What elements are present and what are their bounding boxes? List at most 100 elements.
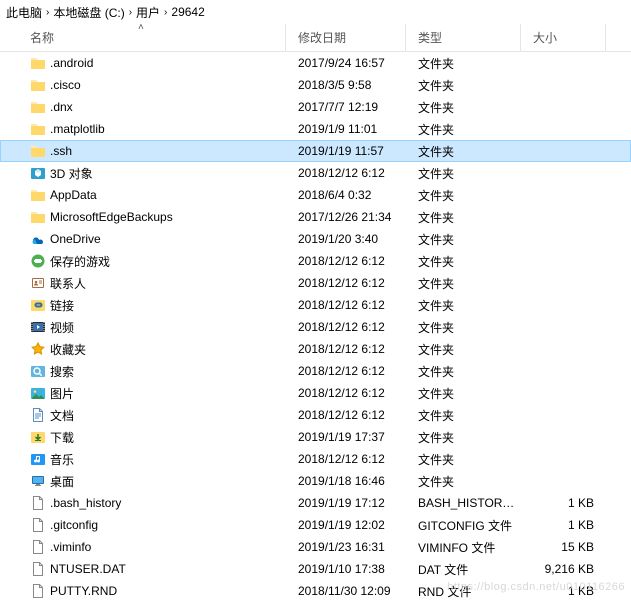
file-icon bbox=[30, 495, 46, 511]
cell-name: 搜索 bbox=[18, 363, 286, 380]
folder-icon bbox=[30, 77, 46, 93]
file-row[interactable]: 文档 2018/12/12 6:12文件夹 bbox=[0, 404, 631, 426]
file-name-label: PUTTY.RND bbox=[50, 584, 117, 598]
cell-name: 图片 bbox=[18, 385, 286, 402]
file-name-label: 图片 bbox=[50, 385, 74, 402]
file-row[interactable]: 音乐2018/12/12 6:12文件夹 bbox=[0, 448, 631, 470]
file-name-label: .ssh bbox=[50, 144, 72, 158]
cell-date: 2019/1/19 17:12 bbox=[286, 496, 406, 510]
file-row[interactable]: 3D 对象2018/12/12 6:12文件夹 bbox=[0, 162, 631, 184]
cell-date: 2018/12/12 6:12 bbox=[286, 452, 406, 466]
cell-date: 2018/12/12 6:12 bbox=[286, 408, 406, 422]
cell-type: 文件夹 bbox=[406, 187, 521, 204]
file-row[interactable]: .viminfo2019/1/23 16:31VIMINFO 文件15 KB bbox=[0, 536, 631, 558]
breadcrumb-item[interactable]: 本地磁盘 (C:) bbox=[53, 4, 124, 21]
cell-date: 2019/1/19 17:37 bbox=[286, 430, 406, 444]
file-row[interactable]: 收藏夹2018/12/12 6:12文件夹 bbox=[0, 338, 631, 360]
breadcrumb-item[interactable]: 29642 bbox=[171, 5, 204, 19]
file-name-label: 视频 bbox=[50, 319, 74, 336]
column-header-date[interactable]: 修改日期 bbox=[286, 24, 406, 51]
file-name-label: 文档 bbox=[50, 407, 74, 424]
cell-name: .android bbox=[18, 55, 286, 71]
cell-name: .matplotlib bbox=[18, 121, 286, 137]
cell-name: MicrosoftEdgeBackups bbox=[18, 209, 286, 225]
cell-type: 文件夹 bbox=[406, 77, 521, 94]
file-row[interactable]: 视频2018/12/12 6:12文件夹 bbox=[0, 316, 631, 338]
breadcrumb-item[interactable]: 用户 bbox=[136, 4, 160, 21]
file-row[interactable]: 保存的游戏2018/12/12 6:12文件夹 bbox=[0, 250, 631, 272]
contacts-icon bbox=[30, 275, 46, 291]
column-header-size[interactable]: 大小 bbox=[521, 24, 606, 51]
cell-date: 2019/1/19 11:57 bbox=[286, 144, 406, 158]
file-row[interactable]: .bash_history2019/1/19 17:12BASH_HISTORY… bbox=[0, 492, 631, 514]
file-row[interactable]: MicrosoftEdgeBackups2017/12/26 21:34文件夹 bbox=[0, 206, 631, 228]
breadcrumb[interactable]: 此电脑 › 本地磁盘 (C:) › 用户 › 29642 bbox=[0, 0, 631, 24]
cell-name: OneDrive bbox=[18, 231, 286, 247]
cell-date: 2019/1/9 11:01 bbox=[286, 122, 406, 136]
file-row[interactable]: 联系人2018/12/12 6:12文件夹 bbox=[0, 272, 631, 294]
cell-name: .cisco bbox=[18, 77, 286, 93]
file-icon bbox=[30, 561, 46, 577]
file-name-label: .dnx bbox=[50, 100, 73, 114]
cell-date: 2018/12/12 6:12 bbox=[286, 364, 406, 378]
breadcrumb-item[interactable]: 此电脑 bbox=[6, 4, 42, 21]
file-row[interactable]: .dnx2017/7/7 12:19文件夹 bbox=[0, 96, 631, 118]
cell-name: 下载 bbox=[18, 429, 286, 446]
cell-type: 文件夹 bbox=[406, 209, 521, 226]
file-row[interactable]: 图片2018/12/12 6:12文件夹 bbox=[0, 382, 631, 404]
file-name-label: .android bbox=[50, 56, 93, 70]
sort-chevron-icon: ˄ bbox=[138, 22, 144, 33]
desktop-icon bbox=[30, 473, 46, 489]
cell-name: .gitconfig bbox=[18, 517, 286, 533]
column-header-label: 名称 bbox=[30, 29, 54, 46]
cell-type: 文件夹 bbox=[406, 363, 521, 380]
cell-date: 2018/3/5 9:58 bbox=[286, 78, 406, 92]
cell-date: 2017/9/24 16:57 bbox=[286, 56, 406, 70]
column-header-name[interactable]: 名称 ˄ bbox=[18, 24, 286, 51]
folder-icon bbox=[30, 187, 46, 203]
cell-date: 2018/12/12 6:12 bbox=[286, 254, 406, 268]
file-name-label: NTUSER.DAT bbox=[50, 562, 126, 576]
cell-date: 2019/1/10 17:38 bbox=[286, 562, 406, 576]
searches-icon bbox=[30, 363, 46, 379]
file-row[interactable]: 下载2019/1/19 17:37文件夹 bbox=[0, 426, 631, 448]
file-row[interactable]: .ssh2019/1/19 11:57文件夹 bbox=[0, 140, 631, 162]
cell-date: 2018/12/12 6:12 bbox=[286, 166, 406, 180]
cell-name: 3D 对象 bbox=[18, 165, 286, 182]
cell-size: 9,216 KB bbox=[521, 562, 606, 576]
cell-type: 文件夹 bbox=[406, 341, 521, 358]
cell-type: 文件夹 bbox=[406, 407, 521, 424]
cell-date: 2018/12/12 6:12 bbox=[286, 342, 406, 356]
cell-name: 保存的游戏 bbox=[18, 253, 286, 270]
favorites-icon bbox=[30, 341, 46, 357]
links-icon bbox=[30, 297, 46, 313]
cell-size: 1 KB bbox=[521, 518, 606, 532]
cell-date: 2018/12/12 6:12 bbox=[286, 320, 406, 334]
column-header-type[interactable]: 类型 bbox=[406, 24, 521, 51]
cell-type: 文件夹 bbox=[406, 165, 521, 182]
file-row[interactable]: .android2017/9/24 16:57文件夹 bbox=[0, 52, 631, 74]
file-row[interactable]: .gitconfig2019/1/19 12:02GITCONFIG 文件1 K… bbox=[0, 514, 631, 536]
file-icon bbox=[30, 517, 46, 533]
file-row[interactable]: 桌面2019/1/18 16:46文件夹 bbox=[0, 470, 631, 492]
cell-name: .bash_history bbox=[18, 495, 286, 511]
cell-name: 文档 bbox=[18, 407, 286, 424]
file-row[interactable]: NTUSER.DAT2019/1/10 17:38DAT 文件9,216 KB bbox=[0, 558, 631, 580]
cell-date: 2018/12/12 6:12 bbox=[286, 298, 406, 312]
file-row[interactable]: OneDrive2019/1/20 3:40文件夹 bbox=[0, 228, 631, 250]
file-row[interactable]: .matplotlib2019/1/9 11:01文件夹 bbox=[0, 118, 631, 140]
file-row[interactable]: 链接2018/12/12 6:12文件夹 bbox=[0, 294, 631, 316]
file-name-label: 搜索 bbox=[50, 363, 74, 380]
cell-type: 文件夹 bbox=[406, 121, 521, 138]
cell-size: 15 KB bbox=[521, 540, 606, 554]
folder-icon bbox=[30, 55, 46, 71]
file-row[interactable]: 搜索 2018/12/12 6:12文件夹 bbox=[0, 360, 631, 382]
file-row[interactable]: AppData2018/6/4 0:32文件夹 bbox=[0, 184, 631, 206]
file-row[interactable]: .cisco2018/3/5 9:58文件夹 bbox=[0, 74, 631, 96]
chevron-right-icon: › bbox=[164, 7, 167, 18]
cell-date: 2019/1/19 12:02 bbox=[286, 518, 406, 532]
file-name-label: 保存的游戏 bbox=[50, 253, 110, 270]
cell-type: 文件夹 bbox=[406, 385, 521, 402]
cell-type: 文件夹 bbox=[406, 231, 521, 248]
file-name-label: 桌面 bbox=[50, 473, 74, 490]
